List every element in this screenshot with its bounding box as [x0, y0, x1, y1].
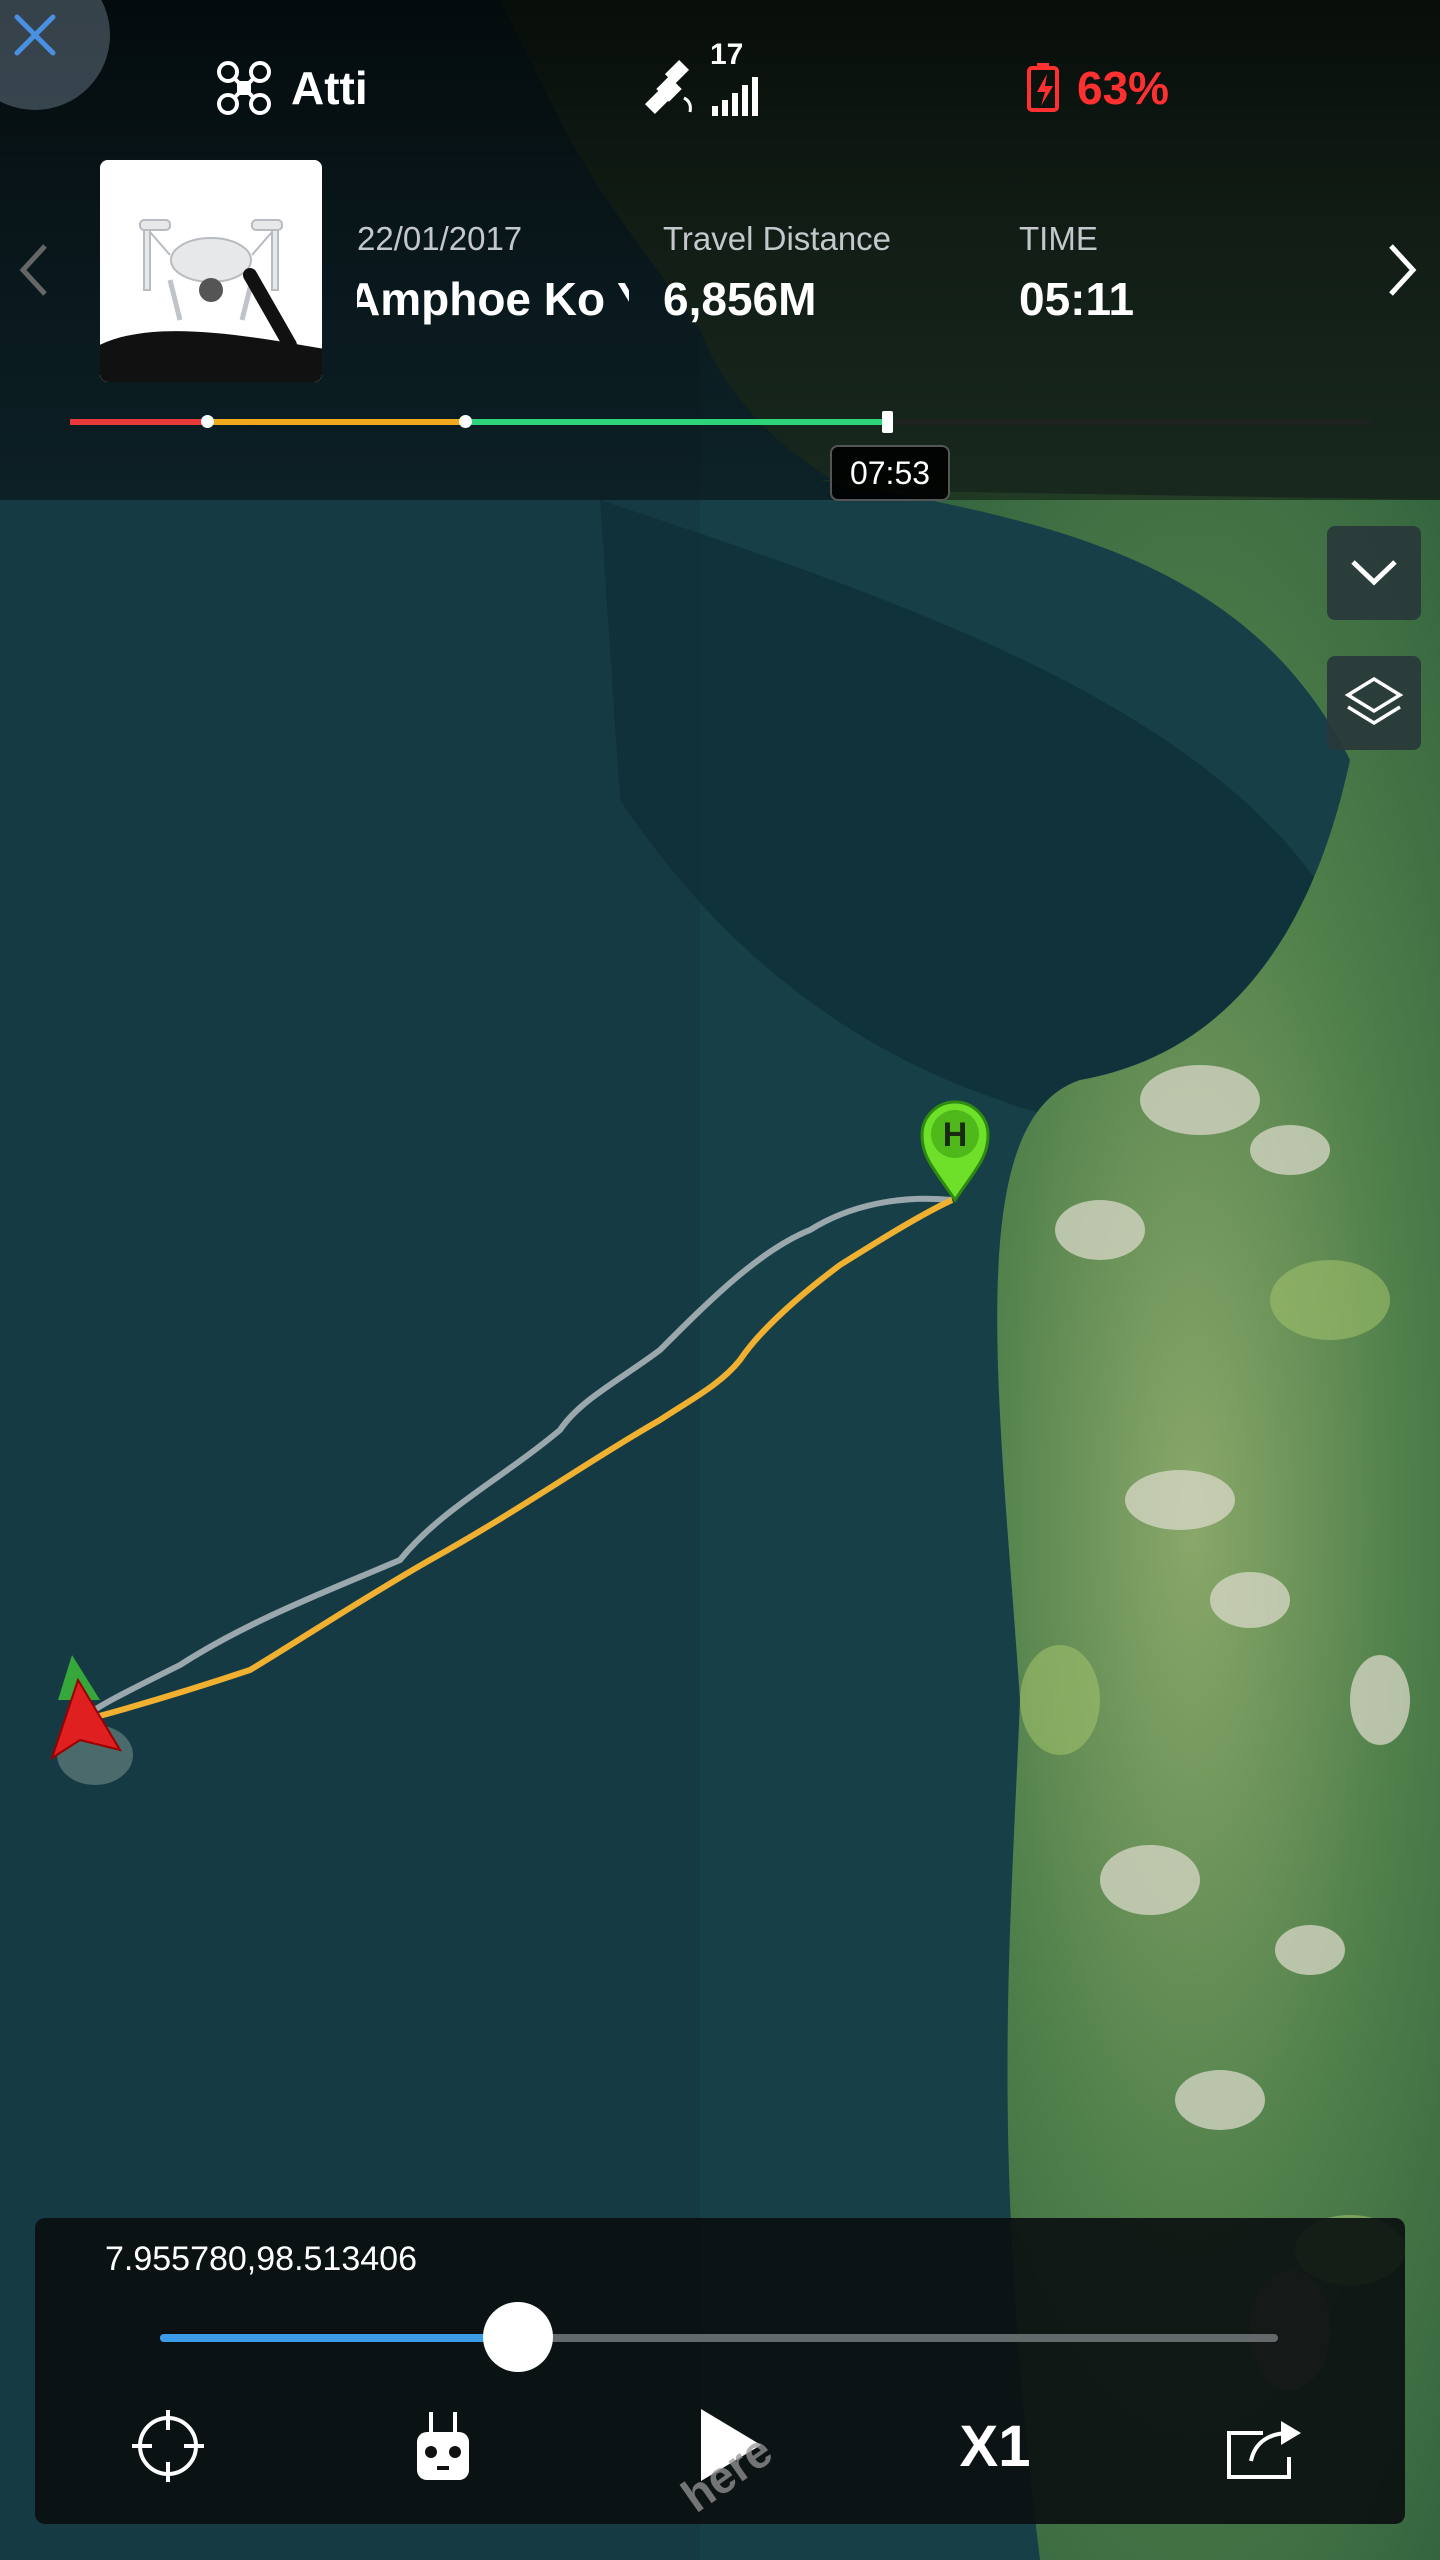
- chevron-down-icon: [1351, 560, 1397, 586]
- time-label: TIME: [1019, 220, 1098, 257]
- timeline-marker: [459, 415, 472, 428]
- timeline-segment-red: [70, 419, 207, 425]
- layers-icon: [1344, 676, 1404, 726]
- close-button[interactable]: [0, 0, 110, 110]
- drone-icon: [217, 61, 271, 115]
- timeline-segment-orange: [207, 419, 465, 425]
- next-record-arrow-icon[interactable]: [1385, 240, 1421, 300]
- previous-record-arrow-icon[interactable]: [15, 240, 51, 300]
- satellite-icon: [644, 59, 692, 115]
- playback-slider-knob[interactable]: [482, 2302, 553, 2372]
- remote-controller-icon: [417, 2412, 469, 2480]
- header-panel: Atti 17 63% 22/01/2017 Amphoe Ko Y Trave…: [0, 0, 1440, 501]
- satellite-count: 17: [710, 38, 744, 71]
- playback-progress-fill: [160, 2334, 518, 2342]
- crosshair-icon: [132, 2410, 204, 2482]
- travel-distance-value: 6,856M: [663, 273, 817, 325]
- home-marker-label: H: [943, 1116, 968, 1154]
- battery-charging-icon: [1027, 63, 1059, 112]
- timeline-handle[interactable]: [882, 411, 893, 433]
- battery-status: 63%: [1025, 50, 1169, 126]
- flight-playback-screen: H Atti 17 63% 22/01/2017 Amphoe Ko Y Tra…: [0, 0, 1440, 2560]
- signal-bars-icon: [712, 77, 758, 116]
- travel-distance: Travel Distance 6,856M: [663, 220, 891, 326]
- flight-time: TIME 05:11: [1019, 220, 1134, 326]
- timeline-current-time: 07:53: [830, 445, 950, 501]
- close-icon: [14, 14, 56, 56]
- locate-button[interactable]: [130, 2408, 206, 2484]
- flight-mode-status: Atti: [215, 50, 368, 126]
- drone-photo-icon: [100, 160, 322, 382]
- travel-distance-label: Travel Distance: [663, 220, 892, 257]
- aircraft-thumbnail: [100, 160, 322, 382]
- share-button[interactable]: [1220, 2408, 1310, 2484]
- remote-controller-button[interactable]: [410, 2408, 476, 2484]
- timeline-segment-green: [465, 419, 888, 425]
- share-icon: [1227, 2421, 1301, 2479]
- flight-location: Amphoe Ko Y: [357, 273, 629, 325]
- gps-status: 17: [640, 38, 762, 126]
- playback-speed-button[interactable]: X1: [945, 2408, 1045, 2484]
- flight-timeline[interactable]: [70, 411, 1372, 433]
- collapse-button[interactable]: [1327, 526, 1421, 620]
- flight-date-location: 22/01/2017 Amphoe Ko Y: [357, 220, 629, 326]
- flight-date: 22/01/2017: [357, 220, 523, 257]
- time-value: 05:11: [1019, 273, 1135, 325]
- timeline-marker: [201, 415, 214, 428]
- map-layers-button[interactable]: [1327, 656, 1421, 750]
- gps-coordinates: 7.955780,98.513406: [105, 2240, 417, 2278]
- battery-percentage: 63%: [1077, 62, 1170, 114]
- flight-mode-label: Atti: [291, 62, 368, 114]
- playback-slider[interactable]: [160, 2302, 1278, 2372]
